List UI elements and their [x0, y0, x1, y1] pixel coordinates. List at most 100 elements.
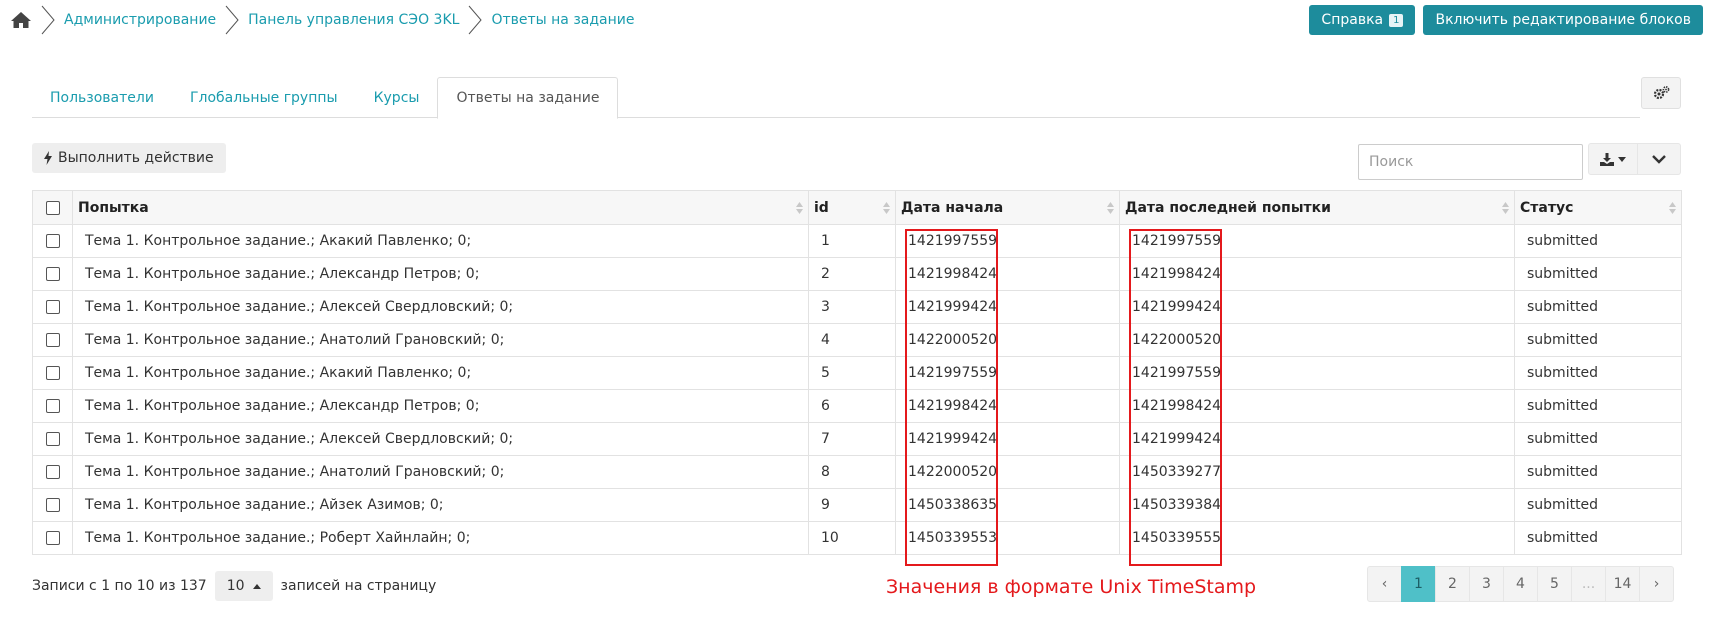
table-footer-info: Записи с 1 по 10 из 137 10 записей на ст…	[32, 570, 436, 602]
id-cell: 8	[808, 455, 896, 489]
page-button-4[interactable]: 4	[1503, 566, 1538, 602]
row-select-cell	[32, 422, 73, 456]
column-header-status[interactable]: Статус	[1514, 190, 1682, 225]
row-checkbox[interactable]	[45, 432, 60, 446]
start-date-cell: 1450339553	[895, 521, 1120, 555]
row-checkbox[interactable]	[45, 498, 60, 512]
start-date-cell: 1422000520	[895, 323, 1120, 357]
select-all-cell	[32, 190, 73, 225]
id-cell: 2	[808, 257, 896, 291]
row-checkbox[interactable]	[45, 531, 60, 545]
last-attempt-cell: 1421999424	[1119, 422, 1515, 456]
tab-global-groups[interactable]: Глобальные группы	[172, 77, 356, 118]
column-header-label: Попытка	[78, 199, 149, 216]
row-select-cell	[32, 488, 73, 522]
last-attempt-cell: 1421997559	[1119, 224, 1515, 258]
breadcrumb: Администрирование Панель управления СЭО …	[10, 4, 634, 36]
status-cell: submitted	[1514, 521, 1682, 555]
last-attempt-cell: 1450339277	[1119, 455, 1515, 489]
table-row: Тема 1. Контрольное задание.; Роберт Хай…	[32, 521, 1682, 555]
table-row: Тема 1. Контрольное задание.; Анатолий Г…	[32, 323, 1682, 357]
id-cell: 9	[808, 488, 896, 522]
column-header-label: Дата последней попытки	[1125, 199, 1331, 216]
row-checkbox[interactable]	[45, 300, 60, 314]
collapse-toggle-button[interactable]	[1638, 143, 1681, 175]
breadcrumb-link-answers[interactable]: Ответы на задание	[491, 12, 634, 28]
row-checkbox[interactable]	[45, 399, 60, 413]
search-input[interactable]	[1358, 144, 1583, 180]
id-cell: 5	[808, 356, 896, 390]
column-header-last-attempt[interactable]: Дата последней попытки	[1119, 190, 1515, 225]
status-cell: submitted	[1514, 290, 1682, 324]
gears-icon	[1653, 86, 1670, 100]
column-header-start-date[interactable]: Дата начала	[895, 190, 1120, 225]
export-button[interactable]	[1588, 143, 1638, 175]
attempt-cell: Тема 1. Контрольное задание.; Анатолий Г…	[72, 323, 809, 357]
id-cell: 3	[808, 290, 896, 324]
table-row: Тема 1. Контрольное задание.; Акакий Пав…	[32, 224, 1682, 258]
caret-up-icon	[252, 583, 261, 589]
page-button-1[interactable]: 1	[1401, 566, 1436, 602]
attempt-cell: Тема 1. Контрольное задание.; Анатолий Г…	[72, 455, 809, 489]
tab-users[interactable]: Пользователи	[32, 77, 172, 118]
bulk-action-button[interactable]: Выполнить действие	[32, 143, 226, 173]
row-checkbox[interactable]	[45, 465, 60, 479]
per-page-text: записей на страницу	[280, 578, 437, 594]
sort-icon	[1107, 202, 1114, 214]
pagination: ‹ 1 2 3 4 5 ... 14 ›	[1367, 566, 1674, 602]
attempt-cell: Тема 1. Контрольное задание.; Александр …	[72, 389, 809, 423]
page-button-2[interactable]: 2	[1435, 566, 1470, 602]
breadcrumb-link-panel[interactable]: Панель управления СЭО 3KL	[248, 12, 459, 28]
start-date-cell: 1450338635	[895, 488, 1120, 522]
row-select-cell	[32, 290, 73, 324]
tab-answers[interactable]: Ответы на задание	[437, 77, 619, 119]
page-prev-button[interactable]: ‹	[1367, 566, 1402, 602]
row-select-cell	[32, 389, 73, 423]
table-row: Тема 1. Контрольное задание.; Алексей Св…	[32, 290, 1682, 324]
annotation-text: Значения в формате Unix TimeStamp	[886, 576, 1257, 598]
table-row: Тема 1. Контрольное задание.; Алексей Св…	[32, 422, 1682, 456]
help-button[interactable]: Справка 1	[1309, 5, 1416, 35]
column-header-attempt[interactable]: Попытка	[72, 190, 809, 225]
select-all-checkbox[interactable]	[45, 200, 60, 215]
row-checkbox[interactable]	[45, 267, 60, 281]
id-cell: 1	[808, 224, 896, 258]
page-size-value: 10	[226, 578, 245, 594]
sort-icon	[796, 202, 803, 214]
row-checkbox[interactable]	[45, 234, 60, 248]
page-button-3[interactable]: 3	[1469, 566, 1504, 602]
page-button-5[interactable]: 5	[1537, 566, 1572, 602]
attempt-cell: Тема 1. Контрольное задание.; Александр …	[72, 257, 809, 291]
row-select-cell	[32, 224, 73, 258]
status-cell: submitted	[1514, 356, 1682, 390]
row-checkbox[interactable]	[45, 333, 60, 347]
attempt-cell: Тема 1. Контрольное задание.; Алексей Св…	[72, 290, 809, 324]
page-button-14[interactable]: 14	[1605, 566, 1640, 602]
id-cell: 10	[808, 521, 896, 555]
row-checkbox[interactable]	[45, 366, 60, 380]
row-select-cell	[32, 455, 73, 489]
last-attempt-cell: 1422000520	[1119, 323, 1515, 357]
home-icon[interactable]	[10, 10, 32, 30]
table-header-row: Попытка id Дата начала Дата последней по…	[32, 190, 1682, 225]
row-select-cell	[32, 257, 73, 291]
row-select-cell	[32, 323, 73, 357]
edit-blocks-button[interactable]: Включить редактирование блоков	[1423, 5, 1703, 35]
sort-icon	[883, 202, 890, 214]
breadcrumb-link-admin[interactable]: Администрирование	[64, 12, 216, 28]
tab-courses[interactable]: Курсы	[356, 77, 438, 118]
table-row: Тема 1. Контрольное задание.; Акакий Пав…	[32, 356, 1682, 390]
sort-icon	[1669, 202, 1676, 214]
table-row: Тема 1. Контрольное задание.; Александр …	[32, 389, 1682, 423]
column-header-id[interactable]: id	[808, 190, 896, 225]
page-next-button[interactable]: ›	[1639, 566, 1674, 602]
start-date-cell: 1421997559	[895, 356, 1120, 390]
start-date-cell: 1421999424	[895, 422, 1120, 456]
settings-button[interactable]	[1641, 77, 1681, 109]
row-select-cell	[32, 521, 73, 555]
status-cell: submitted	[1514, 323, 1682, 357]
top-bar: Администрирование Панель управления СЭО …	[0, 0, 1713, 40]
status-cell: submitted	[1514, 422, 1682, 456]
page-size-select[interactable]: 10	[214, 571, 273, 601]
answers-table: Попытка id Дата начала Дата последней по…	[32, 190, 1682, 555]
